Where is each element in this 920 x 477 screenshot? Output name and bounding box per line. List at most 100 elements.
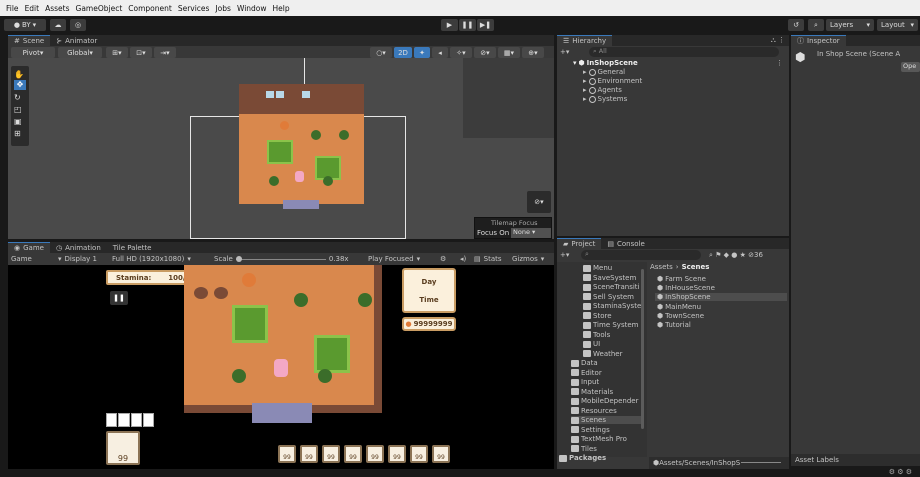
hotbar-slot[interactable]: 99 — [410, 445, 428, 463]
tab-hierarchy[interactable]: ☰ Hierarchy — [557, 35, 613, 46]
pause-button[interactable]: ❚❚ — [459, 19, 476, 31]
folder-item[interactable]: SaveSystem — [583, 274, 636, 282]
favorite-icon[interactable]: ★ — [740, 251, 746, 259]
visibility-icon[interactable]: ⊘▾ — [474, 47, 496, 58]
selected-item-slot[interactable]: 99 — [106, 431, 140, 465]
filter-icon[interactable]: ⌕ ⚑ ◆ ● — [709, 251, 737, 259]
scene-root[interactable]: ▾ ⬢ InShopScene — [573, 59, 638, 67]
folder-item[interactable]: Resources — [571, 407, 617, 415]
scene-file-selected[interactable]: ⬢ InShopScene — [655, 293, 787, 301]
folder-item[interactable]: Menu — [583, 264, 612, 272]
account-button[interactable]: ● BY ▾ — [4, 19, 46, 31]
open-button[interactable]: Ope — [901, 62, 920, 72]
status-icons[interactable]: ⚙ ⚙ ⚙ — [889, 468, 912, 476]
breadcrumb-assets[interactable]: Assets — [650, 263, 673, 271]
menu-jobs[interactable]: Jobs — [215, 4, 230, 13]
hotbar-slot[interactable]: 99 — [278, 445, 296, 463]
resolution-dropdown[interactable]: Full HD (1920x1080) ▾ — [112, 255, 191, 263]
tab-tile-palette[interactable]: Tile Palette — [107, 242, 158, 253]
hotbar-slot[interactable]: 99 — [344, 445, 362, 463]
hotbar-slot[interactable]: 99 — [432, 445, 450, 463]
pivot-dropdown[interactable]: Pivot ▾ — [11, 47, 55, 58]
pause-icon[interactable]: ❚❚ — [110, 291, 128, 305]
scene-file[interactable]: ⬢ MainMenu — [657, 303, 701, 311]
hierarchy-item[interactable]: ▸ Environment — [583, 77, 642, 85]
history-icon[interactable]: ↺ — [788, 19, 804, 31]
collab-icon[interactable]: ◎ — [70, 19, 86, 31]
scale-slider[interactable]: Scale 0.38x — [214, 255, 349, 263]
tab-animator[interactable]: ⊱ Animator — [50, 35, 103, 46]
gizmos-icon[interactable]: ⊕▾ — [522, 47, 544, 58]
folder-item[interactable]: Time System — [583, 321, 638, 329]
icon-size-slider[interactable] — [741, 462, 781, 463]
menu-help[interactable]: Help — [273, 4, 290, 13]
menu-edit[interactable]: Edit — [25, 4, 40, 13]
tab-inspector[interactable]: ⓘ Inspector — [791, 35, 846, 46]
folder-item[interactable]: MobileDepender — [571, 397, 638, 405]
rect-tool-icon[interactable]: ▣ — [14, 117, 22, 126]
stats-button[interactable]: ▤ Stats — [474, 255, 502, 263]
scene-file[interactable]: ⬢ TownScene — [657, 312, 704, 320]
hierarchy-item[interactable]: ▸ Agents — [583, 86, 622, 94]
hotbar-slot[interactable]: 99 — [322, 445, 340, 463]
folder-item[interactable]: Tiles — [571, 445, 597, 453]
display-dropdown[interactable]: ▾ Display 1 — [58, 255, 97, 263]
folder-item[interactable]: Scenes — [571, 416, 641, 424]
folder-item[interactable]: Sell System — [583, 293, 634, 301]
hotbar-slot[interactable]: 99 — [300, 445, 318, 463]
grid-snap-icon[interactable]: ⊞▾ — [106, 47, 128, 58]
add-icon[interactable]: +▾ — [560, 251, 569, 259]
step-button[interactable]: ▶❚ — [477, 19, 494, 31]
folder-item[interactable]: Materials — [571, 388, 613, 396]
game-view[interactable]: Stamina: 100/100 ❚❚ Day Time ● 99999999 … — [8, 265, 554, 473]
folder-item[interactable]: Input — [571, 378, 599, 386]
camera-icon[interactable]: ▦▾ — [498, 47, 520, 58]
breadcrumb-scenes[interactable]: Scenes — [682, 263, 710, 271]
folder-item[interactable]: Settings — [571, 426, 610, 434]
increment-icon[interactable]: ⇥▾ — [154, 47, 176, 58]
folder-item[interactable]: Editor — [571, 369, 602, 377]
layout-dropdown[interactable]: Layout ▾ — [877, 19, 918, 31]
scale-tool-icon[interactable]: ◰ — [14, 105, 22, 114]
audio-icon[interactable]: ◂ — [432, 47, 448, 58]
layers-dropdown[interactable]: Layers ▾ — [826, 19, 874, 31]
draw-mode-icon[interactable]: ○▾ — [370, 47, 392, 58]
menu-gameobject[interactable]: GameObject — [76, 4, 123, 13]
rotate-tool-icon[interactable]: ↻ — [14, 93, 21, 102]
snap-icon[interactable]: ⊡▾ — [130, 47, 152, 58]
quick-slot[interactable] — [130, 413, 142, 427]
hotbar-slot[interactable]: 99 — [388, 445, 406, 463]
menu-component[interactable]: Component — [128, 4, 172, 13]
tab-project[interactable]: ▰ Project — [557, 238, 602, 249]
effects-icon[interactable]: ✧▾ — [450, 47, 472, 58]
move-tool-icon[interactable]: ✥ — [14, 80, 26, 90]
folder-item[interactable]: UI — [583, 340, 600, 348]
tab-console[interactable]: ▤ Console — [601, 238, 650, 249]
folder-item[interactable]: Weather — [583, 350, 622, 358]
folder-item[interactable]: Store — [583, 312, 612, 320]
tab-animation[interactable]: ◷ Animation — [50, 242, 107, 253]
orientation-icon[interactable]: ⊘▾ — [527, 191, 551, 213]
hand-tool-icon[interactable]: ✋ — [14, 70, 24, 79]
folder-item[interactable]: Packages — [559, 454, 606, 462]
gizmos-button[interactable]: Gizmos ▾ — [512, 255, 544, 263]
scene-file[interactable]: ⬢ InHouseScene — [657, 284, 715, 292]
scale-track[interactable] — [235, 255, 326, 262]
scene-view[interactable]: ✋ ✥ ↻ ◰ ▣ ⊞ ⊘▾ Tilemap Focus Focus On No… — [8, 58, 554, 239]
hierarchy-search[interactable]: ⌕ All — [589, 47, 779, 57]
hierarchy-item[interactable]: ▸ Systems — [583, 95, 627, 103]
scene-file[interactable]: ⬢ Tutorial — [657, 321, 691, 329]
global-dropdown[interactable]: Global ▾ — [58, 47, 102, 58]
play-button[interactable]: ▶ — [441, 19, 458, 31]
play-mode-dropdown[interactable]: Play Focused ▾ — [368, 255, 420, 263]
search-icon[interactable]: ⌕ — [808, 19, 824, 31]
project-search[interactable]: ⌕ — [581, 250, 701, 260]
folder-item[interactable]: StaminaSyste — [583, 302, 641, 310]
more-options-icon[interactable]: ⋮ — [776, 59, 783, 67]
scene-file[interactable]: ⬢ Farm Scene — [657, 275, 706, 283]
mute-audio-icon[interactable]: ◂) — [460, 255, 466, 263]
2d-toggle[interactable]: 2D — [394, 47, 412, 58]
folder-item[interactable]: TextMesh Pro — [571, 435, 627, 443]
lighting-icon[interactable]: ✦ — [414, 47, 430, 58]
folder-item[interactable]: SceneTransiti — [583, 283, 639, 291]
